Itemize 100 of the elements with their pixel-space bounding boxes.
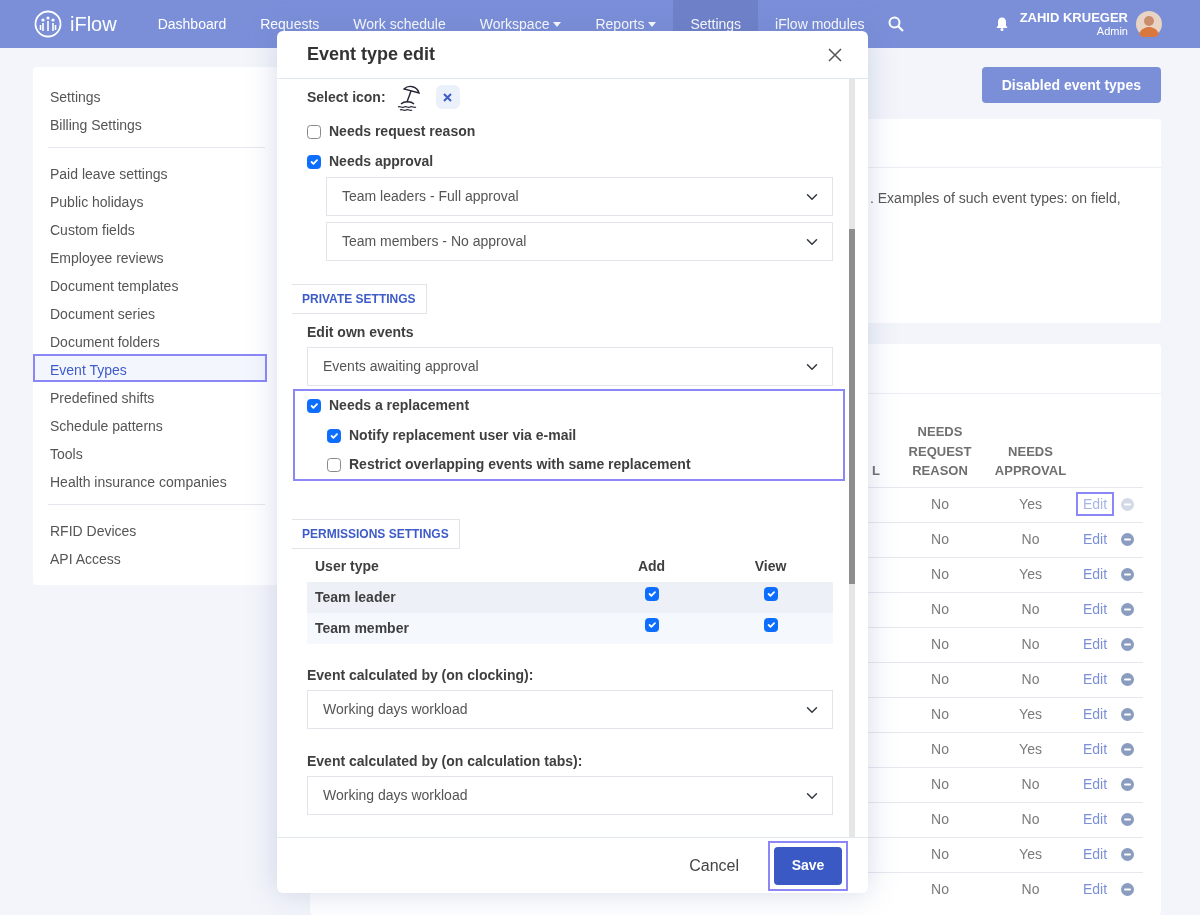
table-cell: No — [1021, 601, 1040, 617]
checkbox[interactable] — [327, 457, 341, 472]
remove-icon[interactable] — [1121, 638, 1134, 651]
table-cell: Yes — [1019, 706, 1042, 722]
table-cell: No — [931, 531, 949, 547]
dropdown-field[interactable]: Working days workload — [307, 776, 833, 815]
column-header: NEEDS REQUEST REASON — [908, 424, 972, 478]
table-cell: Team member — [315, 620, 409, 636]
remove-icon[interactable] — [1121, 813, 1134, 826]
remove-icon[interactable] — [1121, 603, 1134, 616]
user-role: Admin — [1095, 26, 1128, 37]
checkbox[interactable] — [763, 618, 778, 632]
checkbox-label: Needs a replacement — [329, 396, 470, 415]
sidebar-item[interactable]: Tools — [33, 438, 267, 466]
edit-link[interactable]: Edit — [1076, 667, 1115, 691]
sidebar-item[interactable]: Employee reviews — [33, 242, 267, 270]
edit-link[interactable]: Edit — [1076, 562, 1115, 586]
table-cell: No — [1021, 776, 1040, 792]
clear-icon-button[interactable] — [435, 85, 460, 109]
column-header: User type — [315, 558, 379, 574]
nav-link[interactable]: Workspace — [462, 0, 579, 48]
sidebar-item[interactable]: Document series — [33, 298, 267, 326]
checkbox[interactable] — [644, 587, 659, 601]
checkbox-label: Notify replacement user via e-mail — [349, 426, 577, 445]
field-label: Edit own events — [307, 323, 415, 342]
checkbox[interactable] — [307, 124, 321, 139]
edit-link[interactable]: Edit — [1076, 877, 1115, 902]
column-header: Add — [637, 558, 666, 574]
sidebar-item[interactable]: Custom fields — [33, 214, 267, 242]
select-icon-label: Select icon: — [307, 87, 386, 107]
table-cell: Yes — [1019, 566, 1042, 582]
table-cell: No — [1021, 671, 1040, 687]
table-cell: Team leader — [315, 589, 396, 605]
edit-link[interactable]: Edit — [1076, 842, 1115, 866]
sidebar-item[interactable]: Health insurance companies — [33, 466, 267, 494]
close-icon — [443, 92, 453, 102]
brand-name: iFlow — [70, 12, 117, 37]
edit-link[interactable]: Edit — [1076, 597, 1115, 621]
edit-link[interactable]: Edit — [1076, 527, 1115, 551]
sidebar-item[interactable]: Document folders — [33, 326, 267, 354]
edit-link[interactable]: Edit — [1076, 772, 1115, 796]
dropdown-field[interactable]: Events awaiting approval — [307, 347, 833, 386]
remove-icon[interactable] — [1121, 673, 1134, 686]
dropdown-field[interactable]: Team members - No approval — [326, 222, 833, 261]
sidebar-item[interactable]: Paid leave settings — [33, 158, 267, 186]
edit-link[interactable]: Edit — [1076, 702, 1115, 726]
checkbox[interactable] — [307, 398, 321, 413]
table-cell: No — [1021, 636, 1040, 652]
column-header: L — [872, 463, 880, 478]
avatar[interactable] — [1136, 11, 1162, 37]
sidebar-item[interactable]: RFID Devices — [33, 515, 267, 543]
sidebar-item[interactable]: Billing Settings — [33, 109, 267, 137]
sidebar-item[interactable]: Event Types — [33, 354, 267, 382]
checkbox[interactable] — [763, 587, 778, 601]
sidebar-item[interactable]: Settings — [33, 81, 267, 109]
edit-link[interactable]: Edit — [1076, 807, 1115, 831]
remove-icon[interactable] — [1121, 883, 1134, 897]
checkbox-label: Needs request reason — [329, 122, 476, 141]
caret-icon — [648, 21, 657, 27]
remove-icon[interactable] — [1121, 708, 1134, 721]
table-cell: No — [931, 741, 949, 757]
close-icon[interactable] — [828, 47, 842, 62]
checkbox[interactable] — [327, 428, 341, 443]
checkbox-label: Restrict overlapping events with same replacement — [349, 455, 691, 474]
sidebar-item[interactable]: Public holidays — [33, 186, 267, 214]
sidebar-item[interactable]: Document templates — [33, 270, 267, 298]
modal-title: Event type edit — [307, 43, 436, 66]
edit-link[interactable]: Edit — [1076, 737, 1115, 761]
table-cell: No — [931, 566, 949, 582]
section-tab[interactable]: PRIVATE SETTINGS — [292, 284, 427, 314]
table-cell: No — [931, 601, 949, 617]
checkbox-label: Needs approval — [329, 152, 434, 171]
dropdown-field[interactable]: Working days workload — [307, 690, 833, 729]
dropdown-field[interactable]: Team leaders - Full approval — [326, 177, 833, 216]
sidebar-item[interactable]: Schedule patterns — [33, 410, 267, 438]
checkbox[interactable] — [644, 618, 659, 632]
field-label: Event calculated by (on calculation tabs): — [307, 752, 584, 771]
remove-icon[interactable] — [1121, 778, 1134, 791]
section-tab[interactable]: PERMISSIONS SETTINGS — [292, 519, 460, 549]
save-button[interactable]: Save — [774, 846, 842, 885]
sidebar-item[interactable]: Predefined shifts — [33, 382, 267, 410]
remove-icon[interactable] — [1121, 743, 1134, 756]
table-cell: No — [931, 671, 949, 687]
search-icon[interactable] — [887, 16, 904, 32]
sidebar-item[interactable]: API Access — [33, 543, 267, 571]
cancel-button[interactable]: Cancel — [676, 846, 752, 885]
bell-icon[interactable] — [995, 17, 1008, 31]
remove-icon[interactable] — [1121, 533, 1134, 546]
remove-icon[interactable] — [1121, 568, 1134, 581]
remove-icon[interactable] — [1121, 848, 1134, 861]
table-cell: Yes — [1019, 496, 1042, 512]
scrollbar[interactable] — [849, 79, 855, 837]
edit-link[interactable]: Edit — [1076, 632, 1115, 656]
table-cell: No — [931, 496, 949, 512]
checkbox[interactable] — [307, 154, 321, 169]
nav-link[interactable]: Dashboard — [140, 0, 244, 48]
table-cell: No — [1021, 811, 1040, 827]
field-label: Event calculated by (on clocking): — [307, 666, 535, 685]
table-cell: No — [931, 811, 949, 827]
table-cell: No — [931, 636, 949, 652]
